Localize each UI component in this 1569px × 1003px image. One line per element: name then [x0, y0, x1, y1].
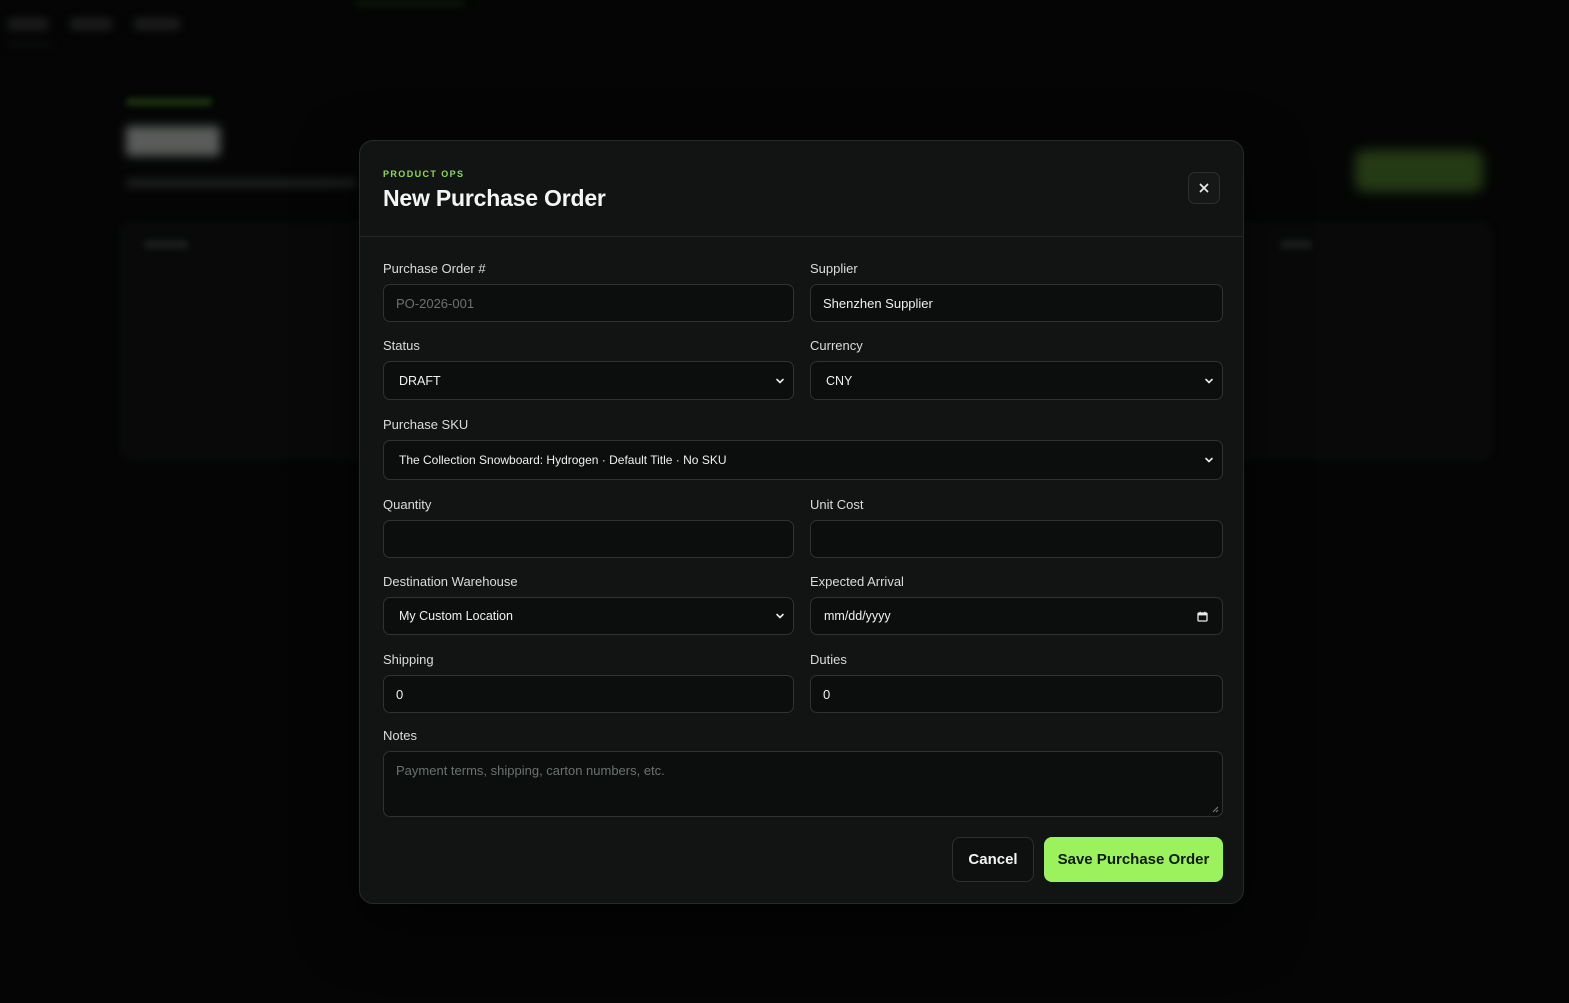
chevron-down-icon [776, 613, 784, 619]
status-select[interactable]: DRAFT [383, 361, 794, 400]
arrival-label: Expected Arrival [810, 574, 904, 589]
unit-cost-label: Unit Cost [810, 497, 864, 512]
calendar-icon[interactable] [1197, 611, 1208, 622]
supplier-input[interactable]: Shenzhen Supplier [810, 284, 1223, 322]
notes-textarea[interactable]: Payment terms, shipping, carton numbers,… [383, 751, 1223, 817]
resize-handle-icon[interactable] [1211, 805, 1219, 813]
chevron-down-icon [1205, 378, 1213, 383]
warehouse-select[interactable]: My Custom Location [383, 597, 794, 635]
close-button[interactable] [1188, 172, 1220, 204]
chevron-down-icon [776, 378, 784, 383]
chevron-down-icon [1205, 457, 1213, 463]
currency-value: CNY [826, 373, 853, 388]
po-number-label: Purchase Order # [383, 261, 486, 276]
po-number-input[interactable]: PO-2026-001 [383, 284, 794, 322]
status-label: Status [383, 338, 420, 353]
warehouse-label: Destination Warehouse [383, 574, 518, 589]
currency-label: Currency [810, 338, 863, 353]
cancel-button[interactable]: Cancel [952, 837, 1034, 882]
sku-label: Purchase SKU [383, 417, 469, 432]
supplier-label: Supplier [810, 261, 858, 276]
sku-select[interactable]: The Collection Snowboard: Hydrogen · Def… [383, 440, 1223, 480]
modal-title: New Purchase Order [383, 185, 606, 211]
arrival-value: mm/dd/yyyy [824, 609, 891, 623]
modal-eyebrow: PRODUCT OPS [383, 169, 465, 179]
close-icon [1199, 183, 1209, 193]
duties-label: Duties [810, 652, 847, 667]
unit-cost-input[interactable] [810, 520, 1223, 558]
shipping-input[interactable]: 0 [383, 675, 794, 713]
save-purchase-order-button[interactable]: Save Purchase Order [1044, 837, 1223, 882]
status-value: DRAFT [399, 373, 441, 388]
quantity-label: Quantity [383, 497, 432, 512]
quantity-input[interactable] [383, 520, 794, 558]
notes-label: Notes [383, 728, 417, 743]
warehouse-value: My Custom Location [399, 609, 513, 623]
currency-select[interactable]: CNY [810, 361, 1223, 400]
notes-placeholder: Payment terms, shipping, carton numbers,… [396, 763, 665, 778]
duties-input[interactable]: 0 [810, 675, 1223, 713]
sku-value: The Collection Snowboard: Hydrogen · Def… [399, 453, 727, 467]
modal-header: PRODUCT OPS New Purchase Order [360, 141, 1243, 237]
shipping-label: Shipping [383, 652, 434, 667]
purchase-order-modal: PRODUCT OPS New Purchase Order Purchase … [359, 140, 1244, 904]
arrival-date-input[interactable]: mm/dd/yyyy [810, 597, 1223, 635]
